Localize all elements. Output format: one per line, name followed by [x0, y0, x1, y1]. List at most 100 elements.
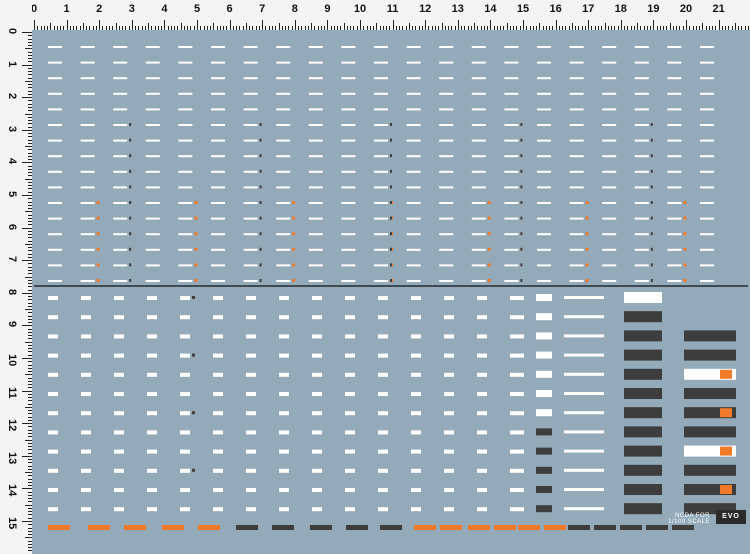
decal-plate	[536, 409, 552, 417]
decal-mark-orange	[585, 232, 589, 236]
ruler-tick	[200, 26, 202, 30]
decal-mark	[243, 139, 258, 142]
decal-mark	[411, 411, 421, 416]
ruler-tick	[28, 152, 32, 154]
decal-mark	[246, 449, 256, 454]
decal-mark	[667, 264, 682, 267]
ruler-y-label: 12	[6, 419, 18, 432]
ruler-tick	[715, 26, 717, 30]
decal-panel	[624, 292, 662, 303]
ruler-tick	[183, 26, 185, 30]
decal-mark	[345, 334, 355, 339]
decal-mark-dark	[650, 201, 653, 204]
decal-mark	[406, 77, 421, 80]
decal-mark	[471, 248, 486, 251]
decal-mark	[312, 334, 322, 339]
ruler-tick	[617, 26, 619, 30]
ruler-tick	[386, 26, 388, 30]
decal-mark-orange	[487, 279, 491, 282]
ruler-tick	[89, 26, 91, 30]
decal-mark	[81, 488, 91, 492]
decal-plate	[510, 411, 524, 416]
decal-mark	[211, 155, 225, 158]
decal-mark	[700, 170, 714, 173]
ruler-tick	[239, 26, 241, 30]
decal-mark	[406, 46, 421, 48]
decal-mark-orange	[683, 216, 687, 220]
ruler-x-label: 16	[549, 3, 562, 15]
decal-mark-orange	[683, 232, 687, 236]
ruler-tick	[28, 142, 32, 144]
bottom-strip-mark	[236, 525, 258, 530]
ruler-tick	[718, 20, 720, 30]
ruler-tick	[28, 462, 32, 464]
ruler-tick	[25, 537, 32, 539]
decal-mark	[667, 77, 682, 80]
decal-mark	[243, 280, 258, 282]
decal-plate	[536, 313, 552, 321]
ruler-tick	[167, 26, 169, 30]
ruler-tick	[402, 26, 404, 30]
decal-mark	[145, 46, 160, 48]
decal-mark	[243, 155, 258, 158]
ruler-tick	[232, 26, 234, 30]
ruler-tick	[50, 23, 52, 30]
decal-mark	[114, 296, 124, 300]
decal-mark	[378, 353, 388, 358]
ruler-tick	[73, 26, 75, 30]
ruler-tick	[327, 20, 329, 30]
decal-mark	[180, 296, 190, 300]
decal-mark	[312, 411, 322, 416]
ruler-tick	[28, 328, 32, 330]
ruler-tick	[28, 188, 32, 190]
decal-mark	[569, 124, 584, 126]
ruler-tick	[28, 269, 32, 271]
decal-mark	[374, 124, 388, 126]
decal-mark	[246, 468, 256, 473]
ruler-tick	[141, 26, 143, 30]
decal-mark	[211, 233, 225, 236]
decal-mark	[312, 392, 322, 396]
ruler-tick	[22, 358, 32, 359]
ruler-tick	[275, 26, 277, 30]
decal-mark	[667, 124, 682, 126]
decal-mark	[81, 334, 91, 339]
decal-mark	[308, 280, 323, 282]
decal-mark	[312, 449, 322, 454]
decal-mark	[246, 430, 256, 435]
decal-mark	[279, 353, 289, 358]
decal-mark-dark	[259, 138, 262, 142]
decal-plate	[536, 370, 552, 378]
decal-mark	[211, 217, 225, 220]
ruler-tick	[144, 26, 146, 30]
decal-mark	[504, 139, 519, 142]
decal-plate	[536, 390, 552, 397]
decal-mark	[178, 280, 193, 282]
ruler-tick	[28, 335, 32, 337]
decal-mark	[341, 108, 356, 111]
decal-mark	[471, 124, 486, 126]
ruler-tick	[28, 459, 32, 461]
ruler-tick	[591, 26, 593, 30]
decal-mark	[243, 170, 258, 173]
decal-mark	[113, 77, 128, 80]
scale-caption: NCDA FOR 1/100 SCALE	[668, 513, 710, 525]
decal-mark	[113, 108, 128, 111]
ruler-y-label: 11	[6, 386, 18, 399]
ruler-tick	[686, 20, 687, 30]
ruler-tick	[291, 26, 293, 30]
decal-mark	[178, 92, 193, 95]
decal-mark-orange	[194, 247, 198, 251]
bottom-strip-mark	[440, 525, 462, 530]
ruler-tick	[28, 338, 32, 340]
ruler-tick	[22, 455, 32, 457]
ruler-tick	[177, 26, 179, 30]
decal-bar	[564, 411, 604, 415]
decal-mark	[537, 233, 551, 236]
decal-mark	[312, 315, 322, 320]
ruler-tick	[148, 23, 150, 30]
decal-mark	[147, 430, 157, 435]
decal-panel	[684, 349, 736, 361]
ruler-tick	[558, 26, 560, 30]
ruler-x-label: 9	[324, 3, 331, 15]
